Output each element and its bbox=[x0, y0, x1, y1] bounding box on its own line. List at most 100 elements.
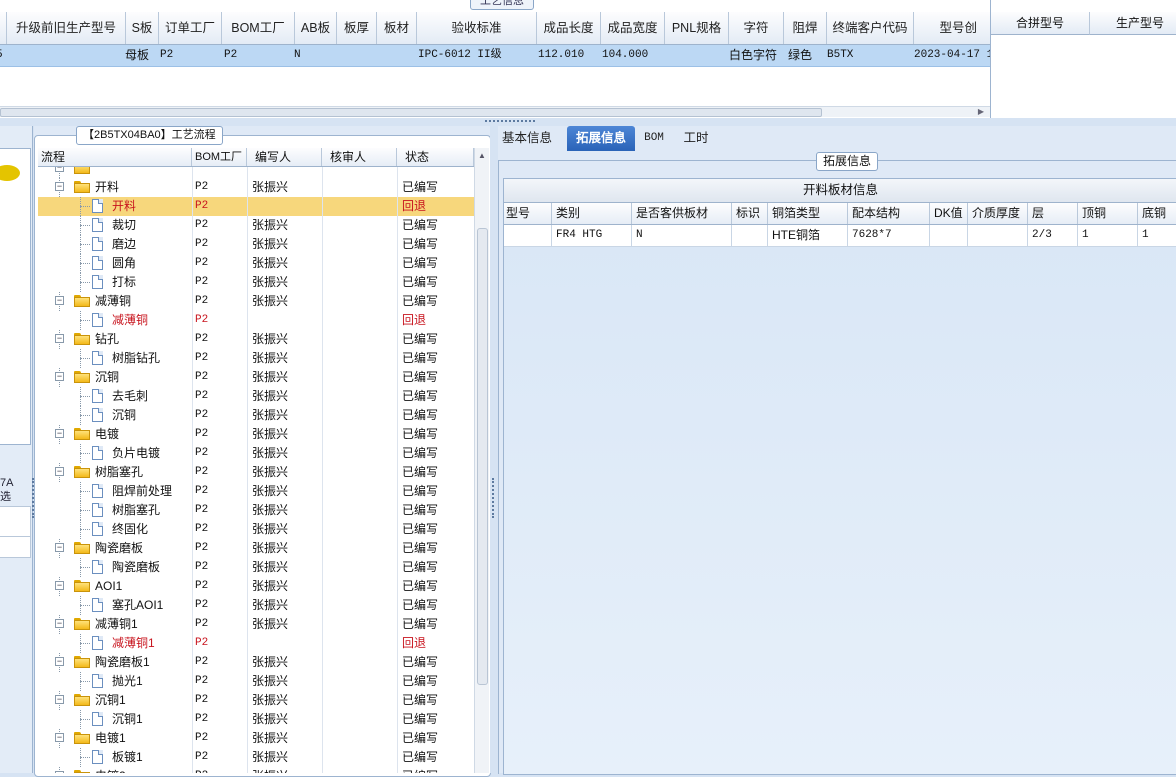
tree-folder-row[interactable]: − 电镀1 P2 张振兴 已编写 bbox=[38, 729, 474, 748]
left-grid-cell[interactable] bbox=[0, 536, 31, 558]
tree-item-row[interactable]: 沉铜 P2 张振兴 已编写 bbox=[38, 406, 474, 425]
tree-item-row[interactable]: 板镀1 P2 张振兴 已编写 bbox=[38, 748, 474, 767]
column-header-thickness[interactable]: 板厚 bbox=[337, 12, 377, 44]
column-header-pnl[interactable]: PNL规格 bbox=[665, 12, 729, 44]
horizontal-scrollbar[interactable]: ▶ bbox=[0, 106, 990, 117]
left-grid-cell[interactable] bbox=[0, 506, 31, 538]
tree-folder-row[interactable]: − 开料 P2 张振兴 已编写 bbox=[38, 178, 474, 197]
material-column-header[interactable]: 铜箔类型 bbox=[768, 203, 848, 224]
tree-folder-row[interactable]: − 陶瓷磨板 P2 张振兴 已编写 bbox=[38, 539, 474, 558]
column-header-merge-model[interactable]: 合拼型号 bbox=[991, 12, 1090, 35]
material-cell[interactable] bbox=[968, 225, 1028, 246]
collapse-icon[interactable]: − bbox=[55, 372, 64, 381]
chat-bubble-icon[interactable] bbox=[0, 165, 20, 181]
material-cell[interactable]: 2/3 bbox=[1028, 225, 1078, 246]
tree-item-row[interactable]: 圆角 P2 张振兴 已编写 bbox=[38, 254, 474, 273]
tree-item-row[interactable]: 裁切 P2 张振兴 已编写 bbox=[38, 216, 474, 235]
tree-item-row[interactable]: 树脂钻孔 P2 张振兴 已编写 bbox=[38, 349, 474, 368]
column-header-s-board[interactable]: S板 bbox=[126, 12, 159, 44]
column-header-char[interactable]: 字符 bbox=[729, 12, 784, 44]
material-cell[interactable] bbox=[502, 225, 552, 246]
material-column-header[interactable]: 型号 bbox=[502, 203, 552, 224]
collapse-icon[interactable]: − bbox=[55, 657, 64, 666]
collapse-icon[interactable]: − bbox=[55, 581, 64, 590]
column-header-bom-factory[interactable]: BOM工厂 bbox=[222, 12, 295, 44]
tree-item-row[interactable]: 负片电镀 P2 张振兴 已编写 bbox=[38, 444, 474, 463]
material-cell[interactable]: 1 bbox=[1078, 225, 1138, 246]
tree-item-row[interactable]: 塞孔AOI1 P2 张振兴 已编写 bbox=[38, 596, 474, 615]
table-row[interactable]: FR4 HTG N HTE铜箔 7628*7 2/3 1 1 bbox=[504, 225, 1176, 247]
tree-folder-row[interactable]: − 陶瓷磨板1 P2 张振兴 已编写 bbox=[38, 653, 474, 672]
column-header-writer[interactable]: 编写人 bbox=[247, 148, 322, 166]
material-cell[interactable] bbox=[732, 225, 768, 246]
tree-folder-row[interactable]: − 钻孔 P2 张振兴 已编写 bbox=[38, 330, 474, 349]
collapse-icon[interactable]: − bbox=[55, 543, 64, 552]
collapse-icon[interactable]: − bbox=[55, 467, 64, 476]
column-header-created[interactable]: 型号创 bbox=[914, 12, 990, 44]
vertical-splitter[interactable] bbox=[490, 126, 498, 773]
tree-item-row[interactable]: 树脂塞孔 P2 张振兴 已编写 bbox=[38, 501, 474, 520]
material-column-header[interactable]: 类别 bbox=[552, 203, 632, 224]
tree-folder-row[interactable]: − AOI1 P2 张振兴 已编写 bbox=[38, 577, 474, 596]
tab-bom[interactable]: BOM bbox=[638, 126, 670, 151]
vertical-scrollbar[interactable]: ▲ bbox=[474, 148, 489, 773]
tree-item-row[interactable]: 开料 P2 回退 bbox=[38, 197, 474, 216]
horizontal-splitter[interactable] bbox=[0, 118, 1176, 126]
tree-item-row[interactable]: 抛光1 P2 张振兴 已编写 bbox=[38, 672, 474, 691]
scroll-right-icon[interactable]: ▶ bbox=[978, 107, 984, 116]
tab-work-hours[interactable]: 工时 bbox=[676, 126, 716, 151]
column-header-status[interactable]: 状态 bbox=[397, 148, 474, 166]
material-cell[interactable] bbox=[930, 225, 968, 246]
collapse-icon[interactable]: − bbox=[55, 167, 64, 172]
material-cell[interactable]: HTE铜箔 bbox=[768, 225, 848, 246]
tree-item-row[interactable]: 终固化 P2 张振兴 已编写 bbox=[38, 520, 474, 539]
column-header-material[interactable]: 板材 bbox=[377, 12, 417, 44]
tree-item-row[interactable]: 减薄铜 P2 回退 bbox=[38, 311, 474, 330]
material-column-header[interactable]: 介质厚度 bbox=[968, 203, 1028, 224]
collapse-icon[interactable]: − bbox=[55, 182, 64, 191]
material-column-header[interactable]: 层 bbox=[1028, 203, 1078, 224]
tab-extended-info[interactable]: 拓展信息 bbox=[567, 126, 635, 151]
tree-folder-row[interactable]: − 电镀 P2 张振兴 已编写 bbox=[38, 425, 474, 444]
column-header-customer[interactable]: 终端客户代码 bbox=[827, 12, 914, 44]
collapse-icon[interactable]: − bbox=[55, 695, 64, 704]
tree-folder-row[interactable]: −电镀2P2张振兴已编写 bbox=[38, 767, 474, 773]
collapse-icon[interactable]: − bbox=[55, 429, 64, 438]
tree-item-row[interactable]: 沉铜1 P2 张振兴 已编写 bbox=[38, 710, 474, 729]
tree-item-row[interactable]: 减薄铜1 P2 回退 bbox=[38, 634, 474, 653]
tab-basic-info[interactable]: 基本信息 bbox=[498, 126, 556, 151]
tree-item-row[interactable]: 阻焊前处理 P2 张振兴 已编写 bbox=[38, 482, 474, 501]
column-header-reviewer[interactable]: 核审人 bbox=[322, 148, 397, 166]
material-cell[interactable]: 7628*7 bbox=[848, 225, 930, 246]
material-column-header[interactable]: 标识 bbox=[732, 203, 768, 224]
material-cell[interactable]: N bbox=[632, 225, 732, 246]
scrollbar-thumb[interactable] bbox=[477, 228, 488, 685]
collapse-icon[interactable]: − bbox=[55, 296, 64, 305]
scroll-up-icon[interactable]: ▲ bbox=[478, 151, 486, 160]
material-cell[interactable]: FR4 HTG bbox=[552, 225, 632, 246]
column-header-flow[interactable]: 流程 bbox=[38, 148, 192, 166]
collapse-icon[interactable]: − bbox=[55, 619, 64, 628]
material-cell[interactable]: 1 bbox=[1138, 225, 1176, 246]
table-row[interactable]: 5 母板 P2 P2 N IPC-6012 II级 112.010 104.00… bbox=[0, 45, 990, 67]
column-header-order-factory[interactable]: 订单工厂 bbox=[159, 12, 222, 44]
material-column-header[interactable]: 底铜 bbox=[1138, 203, 1176, 224]
material-column-header[interactable]: 是否客供板材 bbox=[632, 203, 732, 224]
tree-item-row[interactable]: 去毛刺 P2 张振兴 已编写 bbox=[38, 387, 474, 406]
tree-folder-row[interactable]: − 减薄铜 P2 张振兴 已编写 bbox=[38, 292, 474, 311]
tree-item-row[interactable]: 磨边 P2 张振兴 已编写 bbox=[38, 235, 474, 254]
scrollbar-thumb[interactable] bbox=[0, 108, 822, 117]
material-column-header[interactable]: 配本结构 bbox=[848, 203, 930, 224]
tree-folder-row[interactable]: − 减薄铜1 P2 张振兴 已编写 bbox=[38, 615, 474, 634]
tree-item-row[interactable]: 打标 P2 张振兴 已编写 bbox=[38, 273, 474, 292]
tree-item-row[interactable]: 陶瓷磨板 P2 张振兴 已编写 bbox=[38, 558, 474, 577]
tree-folder-row[interactable]: − 沉铜1 P2 张振兴 已编写 bbox=[38, 691, 474, 710]
column-header-ab-board[interactable]: AB板 bbox=[295, 12, 337, 44]
column-header-lead[interactable] bbox=[0, 12, 7, 44]
column-header-length[interactable]: 成品长度 bbox=[537, 12, 601, 44]
material-column-header[interactable]: 顶铜 bbox=[1078, 203, 1138, 224]
column-header-bom-factory[interactable]: BOM工厂 bbox=[192, 148, 247, 166]
tree-folder-row[interactable]: − 沉铜 P2 张振兴 已编写 bbox=[38, 368, 474, 387]
collapse-icon[interactable]: − bbox=[55, 733, 64, 742]
collapse-icon[interactable]: − bbox=[55, 334, 64, 343]
